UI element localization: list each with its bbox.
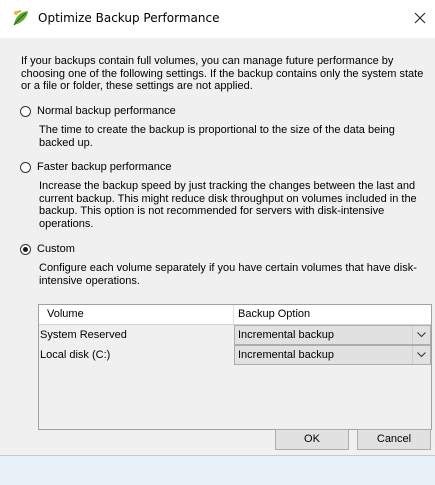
optimize-backup-dialog: Optimize Backup Performance If your back…: [0, 0, 435, 456]
volume-name: System Reserved: [40, 329, 127, 341]
backup-option-value: Incremental backup: [238, 349, 334, 361]
column-header-backup-option[interactable]: Backup Option: [234, 305, 431, 325]
table-row: System Reserved Incremental backup: [39, 325, 431, 345]
normal-performance-description: The time to create the backup is proport…: [39, 124, 395, 149]
backup-option-dropdown[interactable]: Incremental backup: [234, 345, 431, 365]
backup-option-value: Incremental backup: [238, 329, 334, 341]
backup-leaf-icon: [11, 8, 31, 28]
faster-performance-option[interactable]: Faster backup performance: [20, 161, 172, 173]
title-bar[interactable]: Optimize Backup Performance: [0, 0, 435, 38]
custom-description: Configure each volume separately if you …: [39, 262, 417, 287]
intro-text: If your backups contain full volumes, yo…: [21, 55, 424, 92]
close-button[interactable]: [405, 5, 435, 33]
faster-performance-radio[interactable]: [20, 161, 31, 173]
normal-performance-label: Normal backup performance: [37, 105, 176, 117]
cancel-button[interactable]: Cancel: [357, 429, 431, 450]
chevron-down-icon[interactable]: [412, 346, 430, 364]
dialog-title: Optimize Backup Performance: [38, 11, 220, 25]
chevron-down-icon[interactable]: [412, 326, 430, 344]
close-icon: [414, 12, 426, 27]
faster-performance-description: Increase the backup speed by just tracki…: [39, 180, 417, 230]
backup-option-dropdown[interactable]: Incremental backup: [234, 325, 431, 345]
custom-label: Custom: [37, 243, 75, 255]
custom-option[interactable]: Custom: [20, 243, 75, 255]
faster-performance-label: Faster backup performance: [37, 161, 172, 173]
ok-button[interactable]: OK: [275, 429, 349, 450]
normal-performance-radio[interactable]: [20, 105, 31, 117]
custom-radio[interactable]: [20, 243, 31, 255]
table-row: Local disk (C:) Incremental backup: [39, 345, 431, 365]
volume-table: Volume Backup Option System Reserved Inc…: [38, 304, 432, 430]
volume-name: Local disk (C:): [40, 349, 111, 361]
normal-performance-option[interactable]: Normal backup performance: [20, 105, 176, 117]
column-header-volume[interactable]: Volume: [39, 305, 234, 325]
